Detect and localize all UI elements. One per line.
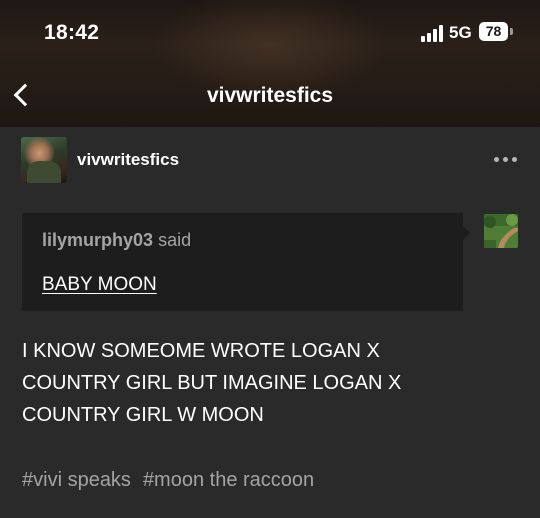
post-body-line: I KNOW SOMEOME WROTE LOGAN X [22,340,380,362]
app-header: 18:42 5G 78 vivwritesfics [0,0,540,127]
post-body-line: COUNTRY GIRL W MOON [22,404,264,426]
reblog-pointer [462,225,470,241]
post-author-name[interactable]: vivwritesfics [77,150,179,170]
ellipsis-dot [503,156,508,162]
post-body-line: COUNTRY GIRL BUT IMAGINE LOGAN X [22,372,402,394]
avatar[interactable] [21,137,67,183]
reblog-attribution: lilymurphy03 said [42,230,191,251]
battery-icon: 78 [479,22,508,41]
ellipsis-icon [494,156,499,162]
battery-cap [510,28,513,35]
network-type: 5G [449,23,472,42]
page-title: vivwritesfics [206,84,334,107]
reblog-card [22,213,463,311]
post-tags: #vivi speaks #moon the raccoon [22,469,314,492]
ellipsis-dot [512,156,517,162]
more-options-button[interactable] [494,153,524,165]
status-time: 18:42 [44,21,100,44]
reblog-text[interactable]: BABY MOON [42,274,157,296]
reblog-avatar-image [484,214,518,248]
tag-moon-the-raccoon[interactable]: #moon the raccoon [143,469,314,492]
signal-icon [421,25,443,42]
reblog-avatar[interactable] [484,214,518,248]
post-header: vivwritesfics [0,127,540,191]
reblog-username[interactable]: lilymurphy03 [42,230,153,250]
reblog-said-label: said [158,230,192,250]
tag-vivi-speaks[interactable]: #vivi speaks [22,469,131,492]
avatar-figure [27,161,61,183]
post-body: I KNOW SOMEOME WROTE LOGAN X COUNTRY GIR… [22,335,492,431]
